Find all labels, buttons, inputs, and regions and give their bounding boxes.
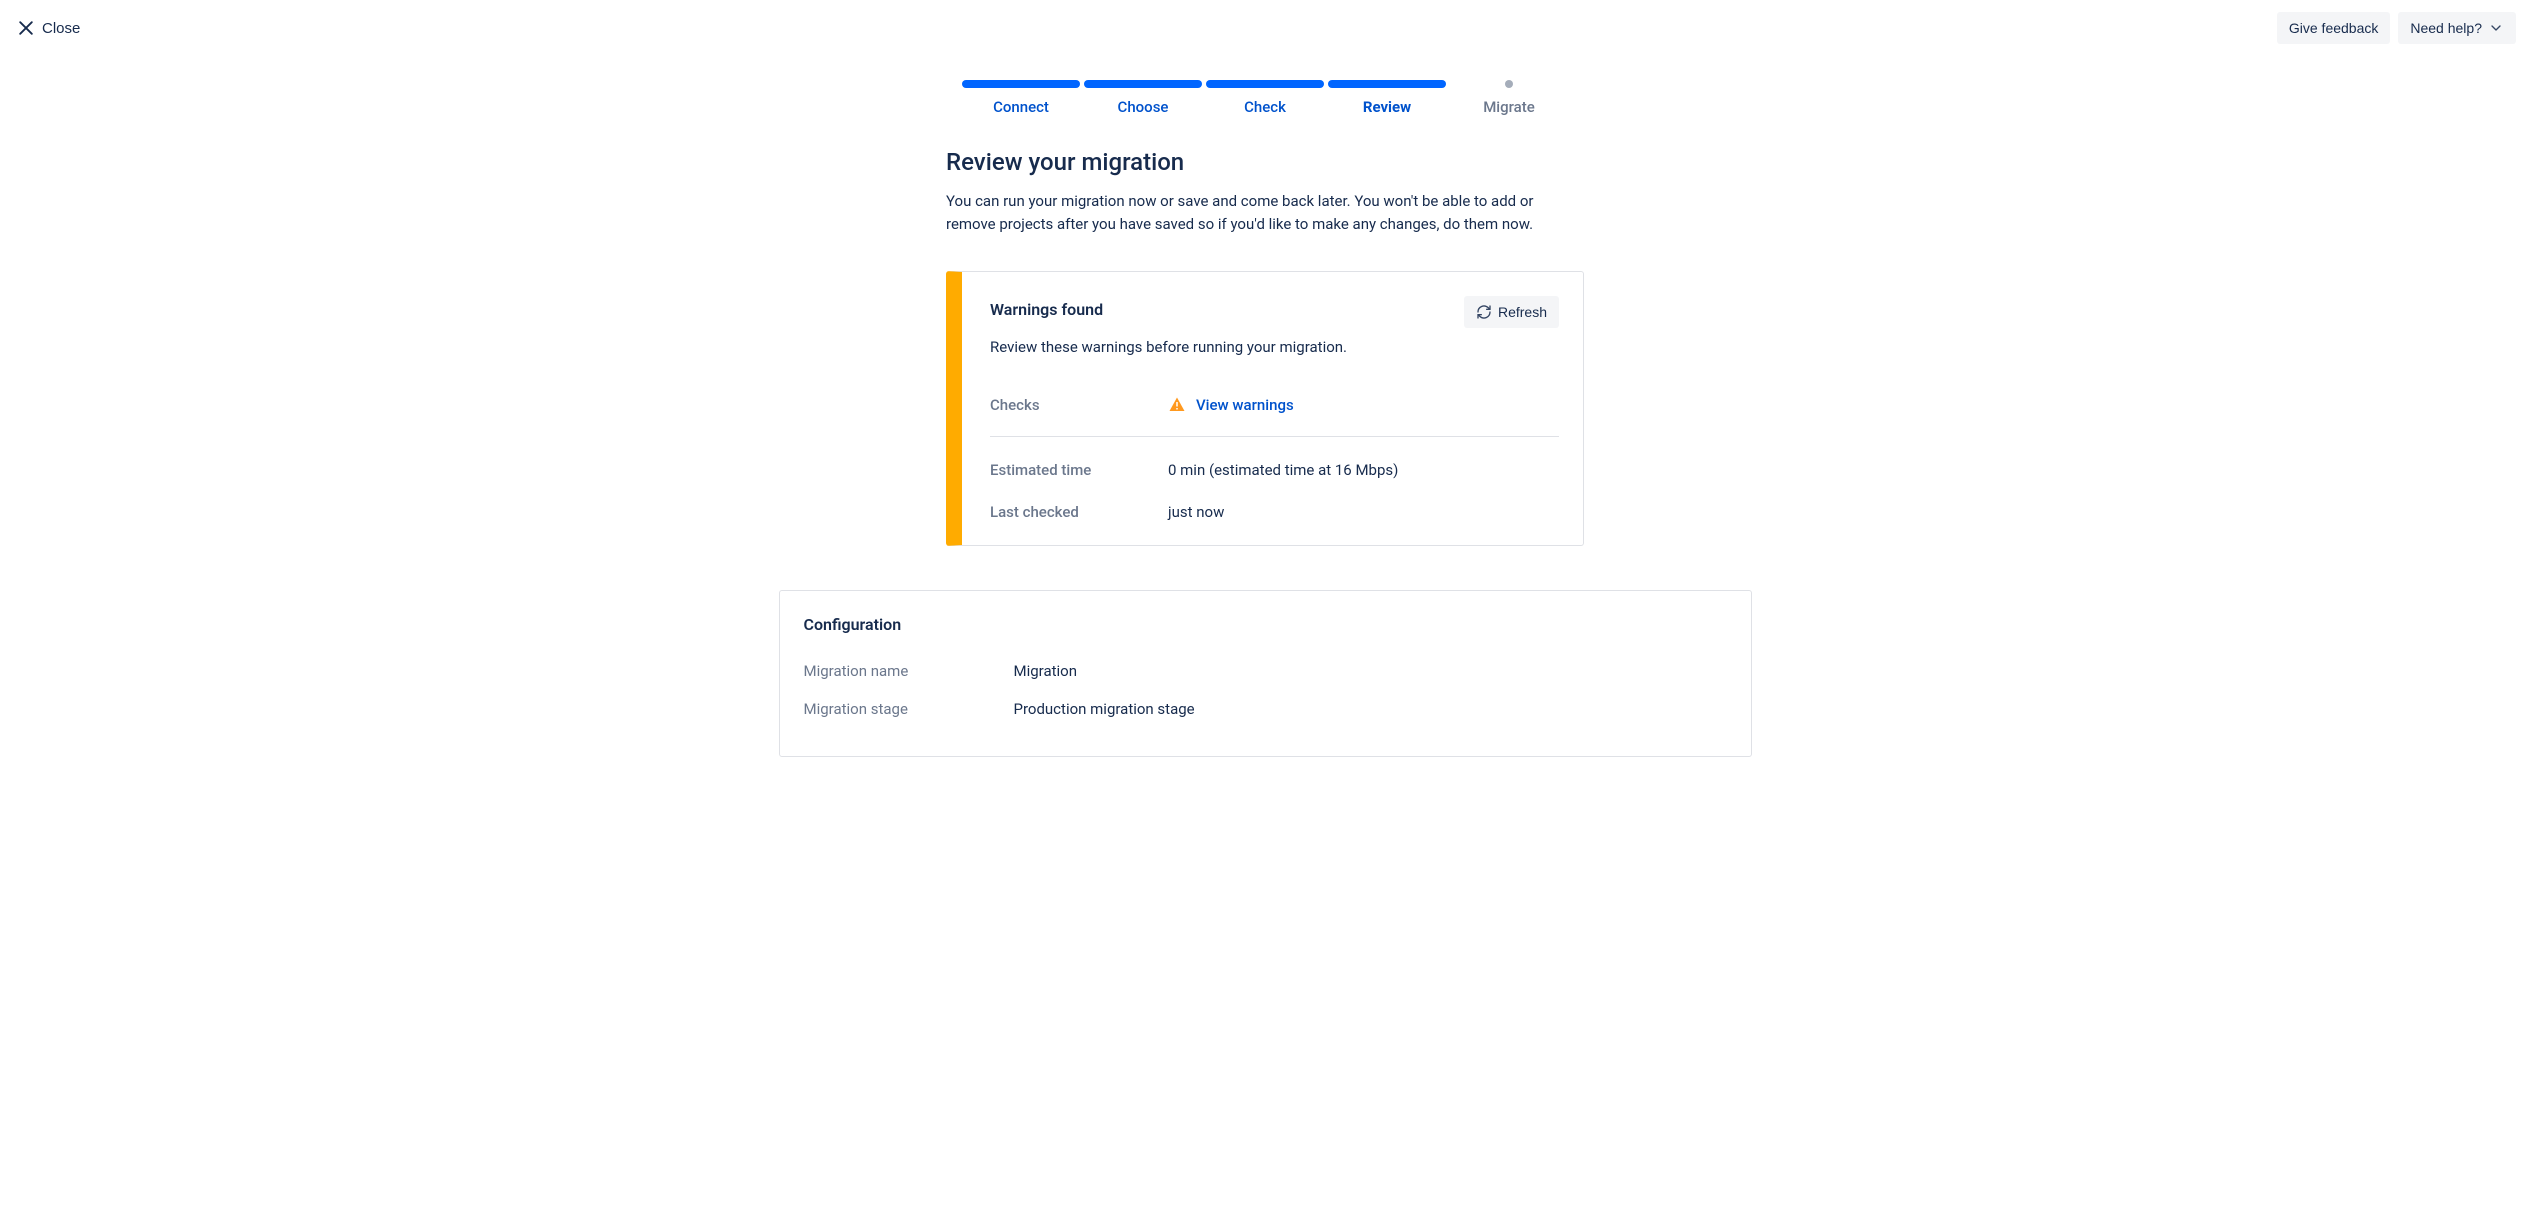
page-title: Review your migration — [946, 148, 1584, 176]
step-check[interactable]: Check — [1204, 80, 1326, 116]
config-row-migration-stage: Migration stage Production migration sta… — [804, 694, 1727, 732]
close-button[interactable]: Close — [12, 12, 84, 44]
refresh-label: Refresh — [1498, 304, 1547, 320]
close-label: Close — [42, 20, 80, 37]
last-checked-label: Last checked — [990, 503, 1168, 521]
give-feedback-button[interactable]: Give feedback — [2277, 12, 2391, 44]
step-bar — [962, 80, 1080, 88]
step-dot — [1505, 80, 1513, 88]
step-label: Review — [1326, 98, 1448, 116]
chevron-down-icon — [2488, 20, 2504, 36]
checks-label: Checks — [990, 396, 1168, 414]
step-bar — [1328, 80, 1446, 88]
estimated-time-label: Estimated time — [990, 461, 1168, 479]
config-value: Migration — [1014, 662, 1078, 680]
step-label: Connect — [960, 98, 1082, 116]
topbar: Close Give feedback Need help? — [0, 0, 2530, 56]
step-bar — [1084, 80, 1202, 88]
view-warnings-link[interactable]: View warnings — [1168, 396, 1294, 414]
estimated-time-value: 0 min (estimated time at 16 Mbps) — [1168, 461, 1398, 479]
progress-stepper: Connect Choose Check Review Migrate — [960, 80, 1570, 116]
refresh-button[interactable]: Refresh — [1464, 296, 1559, 328]
view-warnings-label: View warnings — [1196, 396, 1294, 414]
refresh-icon — [1476, 304, 1492, 320]
last-checked-value: just now — [1168, 503, 1224, 521]
step-label: Check — [1204, 98, 1326, 116]
close-icon — [16, 18, 36, 38]
configuration-panel: Configuration Migration name Migration M… — [779, 590, 1752, 757]
step-choose[interactable]: Choose — [1082, 80, 1204, 116]
need-help-button[interactable]: Need help? — [2398, 12, 2516, 44]
step-migrate: Migrate — [1448, 80, 1570, 116]
step-label: Migrate — [1448, 98, 1570, 116]
give-feedback-label: Give feedback — [2289, 20, 2379, 36]
step-review[interactable]: Review — [1326, 80, 1448, 116]
topbar-right: Give feedback Need help? — [2277, 12, 2516, 44]
step-connect[interactable]: Connect — [960, 80, 1082, 116]
need-help-label: Need help? — [2410, 20, 2482, 36]
step-label: Choose — [1082, 98, 1204, 116]
config-label: Migration stage — [804, 700, 1014, 718]
warning-icon — [1168, 396, 1186, 414]
config-label: Migration name — [804, 662, 1014, 680]
checks-row: Checks View warnings — [990, 384, 1559, 437]
last-checked-row: Last checked just now — [990, 491, 1559, 521]
warnings-title: Warnings found — [990, 296, 1103, 319]
config-row-migration-name: Migration name Migration — [804, 656, 1727, 694]
step-bar — [1206, 80, 1324, 88]
warnings-panel: Warnings found Refresh Review these warn… — [946, 271, 1584, 546]
page-description: You can run your migration now or save a… — [946, 190, 1584, 235]
config-value: Production migration stage — [1014, 700, 1195, 718]
warnings-description: Review these warnings before running you… — [990, 338, 1559, 356]
configuration-title: Configuration — [804, 615, 1727, 634]
estimated-time-row: Estimated time 0 min (estimated time at … — [990, 449, 1559, 491]
